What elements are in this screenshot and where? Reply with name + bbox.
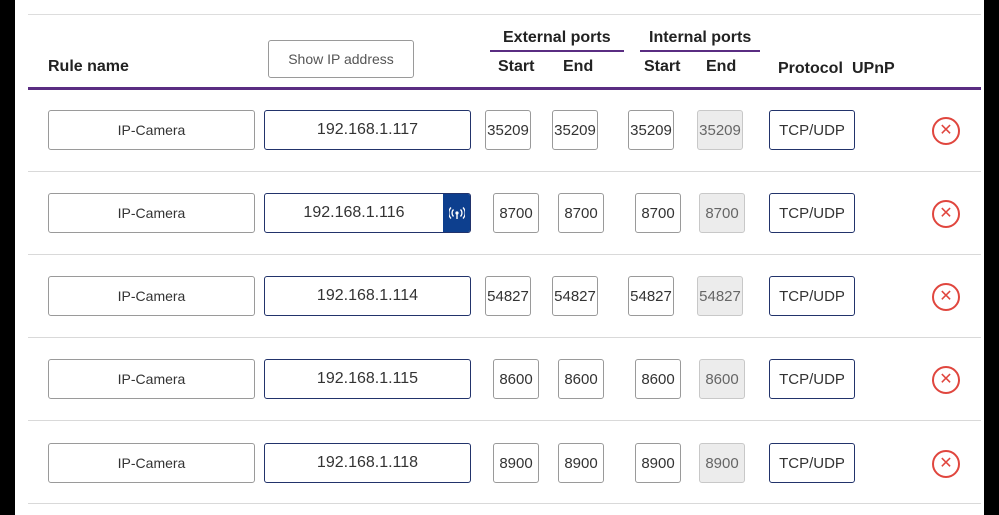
protocol-select[interactable]: TCP/UDP <box>769 359 855 399</box>
rule-name-header: Rule name <box>48 58 129 75</box>
internal-start-port-input[interactable]: 8600 <box>635 359 681 399</box>
external-start-port-input[interactable]: 8700 <box>493 193 539 233</box>
show-ip-address-button[interactable]: Show IP address <box>268 40 414 78</box>
internal-start-port-input[interactable]: 8700 <box>635 193 681 233</box>
delete-rule-icon[interactable]: ✕ <box>932 283 960 311</box>
internal-end-port-field: 8700 <box>699 193 745 233</box>
external-start-port-input[interactable]: 8600 <box>493 359 539 399</box>
rule-name-input[interactable]: IP-Camera <box>48 110 255 150</box>
external-end-port-input[interactable]: 54827 <box>552 276 598 316</box>
external-end-port-input[interactable]: 8700 <box>558 193 604 233</box>
top-divider <box>28 14 981 15</box>
row-divider <box>28 420 981 421</box>
internal-end-header: End <box>706 58 737 75</box>
rule-name-input[interactable]: IP-Camera <box>48 359 255 399</box>
rule-name-input[interactable]: IP-Camera <box>48 193 255 233</box>
protocol-select[interactable]: TCP/UDP <box>769 443 855 483</box>
internal-ports-underline <box>640 50 760 52</box>
external-end-header: End <box>563 58 594 75</box>
row-divider <box>28 337 981 338</box>
ip-address-input[interactable]: 192.168.1.114 <box>264 276 471 316</box>
ip-address-input[interactable]: 192.168.1.116 <box>264 193 471 233</box>
internal-end-port-field: 8600 <box>699 359 745 399</box>
internal-start-port-input[interactable]: 54827 <box>628 276 674 316</box>
delete-rule-icon[interactable]: ✕ <box>932 450 960 478</box>
external-start-port-input[interactable]: 54827 <box>485 276 531 316</box>
row-divider <box>28 254 981 255</box>
external-ports-underline <box>490 50 624 52</box>
external-start-port-input[interactable]: 35209 <box>485 110 531 150</box>
ip-address-input[interactable]: 192.168.1.117 <box>264 110 471 150</box>
header-divider <box>28 87 981 90</box>
external-end-port-input[interactable]: 8900 <box>558 443 604 483</box>
external-end-port-input[interactable]: 8600 <box>558 359 604 399</box>
row-divider <box>28 171 981 172</box>
external-start-port-input[interactable]: 8900 <box>493 443 539 483</box>
row-divider <box>28 503 981 504</box>
internal-end-port-field: 54827 <box>697 276 743 316</box>
internal-ports-header: Internal ports <box>649 29 752 46</box>
rule-name-input[interactable]: IP-Camera <box>48 276 255 316</box>
delete-rule-icon[interactable]: ✕ <box>932 366 960 394</box>
external-ports-header: External ports <box>503 29 611 46</box>
internal-start-port-input[interactable]: 8900 <box>635 443 681 483</box>
external-start-header: Start <box>498 58 535 75</box>
ip-address-value: 192.168.1.116 <box>303 204 405 221</box>
internal-start-port-input[interactable]: 35209 <box>628 110 674 150</box>
ip-address-input[interactable]: 192.168.1.115 <box>264 359 471 399</box>
wifi-signal-icon <box>443 194 470 232</box>
delete-rule-icon[interactable]: ✕ <box>932 117 960 145</box>
rule-name-input[interactable]: IP-Camera <box>48 443 255 483</box>
protocol-select[interactable]: TCP/UDP <box>769 110 855 150</box>
protocol-header: Protocol <box>778 60 843 77</box>
internal-end-port-field: 35209 <box>697 110 743 150</box>
protocol-select[interactable]: TCP/UDP <box>769 276 855 316</box>
internal-end-port-field: 8900 <box>699 443 745 483</box>
upnp-header: UPnP <box>852 60 895 77</box>
delete-rule-icon[interactable]: ✕ <box>932 200 960 228</box>
external-end-port-input[interactable]: 35209 <box>552 110 598 150</box>
ip-address-input[interactable]: 192.168.1.118 <box>264 443 471 483</box>
internal-start-header: Start <box>644 58 681 75</box>
protocol-select[interactable]: TCP/UDP <box>769 193 855 233</box>
